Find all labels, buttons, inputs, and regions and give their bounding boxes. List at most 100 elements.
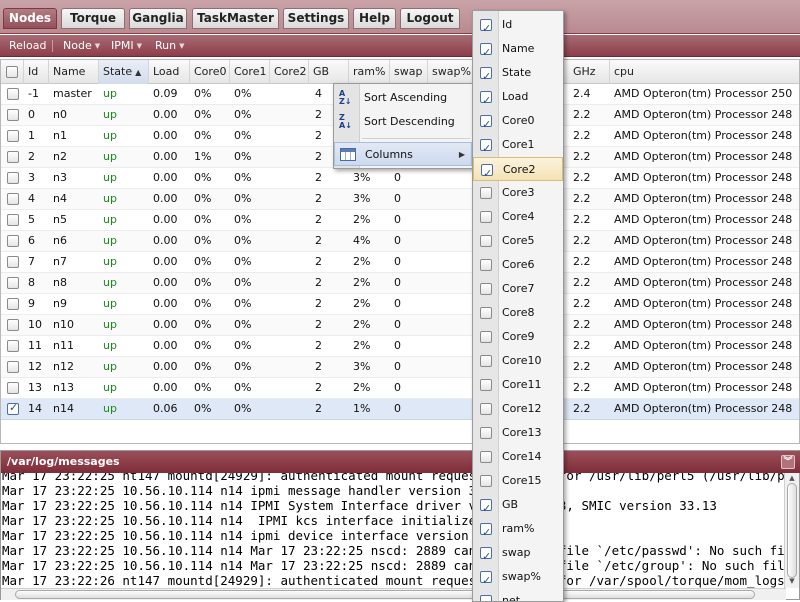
node-menu-button[interactable]: Node ▼ bbox=[63, 38, 100, 54]
sort-descending-item[interactable]: Z A↓ Sort Descending bbox=[334, 110, 472, 134]
column-toggle-core5[interactable]: Core5 bbox=[473, 229, 563, 253]
column-toggle-swap-pct[interactable]: swap% bbox=[473, 565, 563, 593]
column-checkbox[interactable] bbox=[480, 521, 492, 545]
header-select-all[interactable] bbox=[1, 60, 24, 84]
column-checkbox[interactable] bbox=[480, 331, 492, 343]
column-checkbox[interactable] bbox=[480, 17, 492, 41]
column-checkbox[interactable] bbox=[480, 89, 492, 113]
row-checkbox[interactable] bbox=[7, 193, 19, 205]
column-toggle-core12[interactable]: Core12 bbox=[473, 397, 563, 421]
column-checkbox[interactable] bbox=[480, 65, 492, 89]
run-menu-button[interactable]: Run ▼ bbox=[155, 38, 184, 54]
header-load[interactable]: Load bbox=[149, 60, 190, 84]
column-toggle-core0[interactable]: Core0 bbox=[473, 109, 563, 137]
column-toggle-core2[interactable]: Core2 bbox=[473, 157, 563, 186]
column-checkbox[interactable] bbox=[480, 569, 492, 593]
header-core1[interactable]: Core1 bbox=[230, 60, 270, 84]
table-row[interactable]: 5 n5 up 0.00 0% 0% 2 2% 0 2.2 AMD Opteron(tm) Proc… bbox=[1, 210, 799, 231]
reload-button[interactable]: Reload bbox=[9, 38, 46, 54]
column-toggle-id[interactable]: Id bbox=[473, 13, 563, 41]
table-row[interactable]: 8 n8 up 0.00 0% 0% 2 2% 0 2.2 AMD Opteron(tm) Proc… bbox=[1, 273, 799, 294]
column-toggle-core8[interactable]: Core8 bbox=[473, 301, 563, 325]
header-ram[interactable]: ram% bbox=[349, 60, 390, 84]
column-checkbox[interactable] bbox=[480, 307, 492, 319]
row-checkbox[interactable] bbox=[7, 340, 19, 352]
columns-item[interactable]: Columns ▶ bbox=[334, 142, 472, 166]
tab-torque[interactable]: Torque bbox=[61, 8, 125, 29]
log-horizontal-scrollbar[interactable] bbox=[1, 588, 786, 600]
column-toggle-core3[interactable]: Core3 bbox=[473, 181, 563, 205]
header-core2[interactable]: Core2 bbox=[270, 60, 309, 84]
scroll-up-icon[interactable]: ▲ bbox=[785, 474, 799, 482]
row-checkbox[interactable] bbox=[7, 277, 19, 289]
table-row[interactable]: 3 n3 up 0.00 0% 0% 2 3% 0 2.2 AMD Opteron(tm) Proc… bbox=[1, 168, 799, 189]
header-name[interactable]: Name bbox=[49, 60, 99, 84]
column-toggle-core10[interactable]: Core10 bbox=[473, 349, 563, 373]
tab-help[interactable]: Help bbox=[353, 8, 396, 29]
header-id[interactable]: Id bbox=[24, 60, 49, 84]
tab-settings[interactable]: Settings bbox=[283, 8, 349, 29]
column-toggle-core7[interactable]: Core7 bbox=[473, 277, 563, 301]
column-checkbox[interactable] bbox=[480, 355, 492, 367]
column-checkbox[interactable] bbox=[480, 235, 492, 247]
scrollbar-thumb[interactable] bbox=[15, 590, 755, 599]
header-core0[interactable]: Core0 bbox=[190, 60, 230, 84]
column-toggle-ram-pct[interactable]: ram% bbox=[473, 517, 563, 545]
column-checkbox[interactable] bbox=[480, 41, 492, 65]
column-checkbox[interactable] bbox=[480, 403, 492, 415]
tab-ganglia[interactable]: Ganglia bbox=[129, 8, 187, 29]
table-row[interactable]: 12 n12 up 0.00 0% 0% 2 3% 0 2.2 AMD Opteron(tm) Pr… bbox=[1, 357, 799, 378]
row-checkbox[interactable] bbox=[7, 130, 19, 142]
column-toggle-gb[interactable]: GB bbox=[473, 493, 563, 521]
column-checkbox[interactable] bbox=[480, 497, 492, 521]
header-swap-pct[interactable]: swap% bbox=[428, 60, 473, 84]
scroll-down-icon[interactable]: ▼ bbox=[785, 577, 799, 585]
column-checkbox[interactable] bbox=[480, 451, 492, 463]
column-toggle-net[interactable]: net bbox=[473, 589, 563, 601]
row-checkbox[interactable] bbox=[7, 401, 19, 415]
column-toggle-core1[interactable]: Core1 bbox=[473, 133, 563, 161]
table-row[interactable]: 6 n6 up 0.00 0% 0% 2 4% 0 2.2 AMD Opteron(tm) Proc… bbox=[1, 231, 799, 252]
column-checkbox[interactable] bbox=[480, 113, 492, 137]
column-toggle-core14[interactable]: Core14 bbox=[473, 445, 563, 469]
header-gb[interactable]: GB bbox=[309, 60, 349, 84]
header-cpu[interactable]: cpu bbox=[610, 60, 799, 84]
table-row[interactable]: 9 n9 up 0.00 0% 0% 2 2% 0 2.2 AMD Opteron(tm) Proc… bbox=[1, 294, 799, 315]
row-checkbox[interactable] bbox=[7, 109, 19, 121]
log-vertical-scrollbar[interactable]: ▲ ▼ bbox=[784, 473, 799, 588]
column-toggle-core15[interactable]: Core15 bbox=[473, 469, 563, 493]
header-state[interactable]: State ▲ bbox=[99, 60, 149, 84]
row-checkbox[interactable] bbox=[7, 298, 19, 310]
row-checkbox[interactable] bbox=[7, 382, 19, 394]
column-toggle-swap[interactable]: swap bbox=[473, 541, 563, 569]
sort-ascending-item[interactable]: A Z↓ Sort Ascending bbox=[334, 86, 472, 110]
table-row[interactable]: 4 n4 up 0.00 0% 0% 2 3% 0 2.2 AMD Opteron(tm) Proc… bbox=[1, 189, 799, 210]
column-checkbox[interactable] bbox=[481, 162, 493, 186]
ipmi-menu-button[interactable]: IPMI ▼ bbox=[111, 38, 142, 54]
column-checkbox[interactable] bbox=[480, 545, 492, 569]
column-toggle-name[interactable]: Name bbox=[473, 37, 563, 65]
column-checkbox[interactable] bbox=[480, 187, 492, 199]
tab-nodes[interactable]: Nodes bbox=[3, 8, 57, 29]
collapse-icon[interactable]: ︾ bbox=[781, 455, 795, 469]
column-toggle-core4[interactable]: Core4 bbox=[473, 205, 563, 229]
column-checkbox[interactable] bbox=[480, 137, 492, 161]
tab-logout[interactable]: Logout bbox=[400, 8, 460, 29]
column-checkbox[interactable] bbox=[480, 427, 492, 439]
scrollbar-thumb[interactable] bbox=[787, 483, 797, 578]
column-toggle-core13[interactable]: Core13 bbox=[473, 421, 563, 445]
column-checkbox[interactable] bbox=[480, 475, 492, 487]
row-checkbox[interactable] bbox=[7, 88, 19, 100]
column-checkbox[interactable] bbox=[480, 211, 492, 223]
table-row[interactable]: 11 n11 up 0.00 0% 0% 2 2% 0 2.2 AMD Opteron(tm) Pr… bbox=[1, 336, 799, 357]
row-checkbox[interactable] bbox=[7, 319, 19, 331]
row-checkbox[interactable] bbox=[7, 214, 19, 226]
column-checkbox[interactable] bbox=[480, 593, 492, 601]
table-row[interactable]: 7 n7 up 0.00 0% 0% 2 2% 0 2.2 AMD Opteron(tm) Proc… bbox=[1, 252, 799, 273]
column-toggle-core9[interactable]: Core9 bbox=[473, 325, 563, 349]
header-ghz[interactable]: GHz bbox=[569, 60, 610, 84]
row-checkbox[interactable] bbox=[7, 256, 19, 268]
select-all-checkbox[interactable] bbox=[6, 66, 18, 78]
column-toggle-state[interactable]: State bbox=[473, 61, 563, 89]
column-checkbox[interactable] bbox=[480, 283, 492, 295]
